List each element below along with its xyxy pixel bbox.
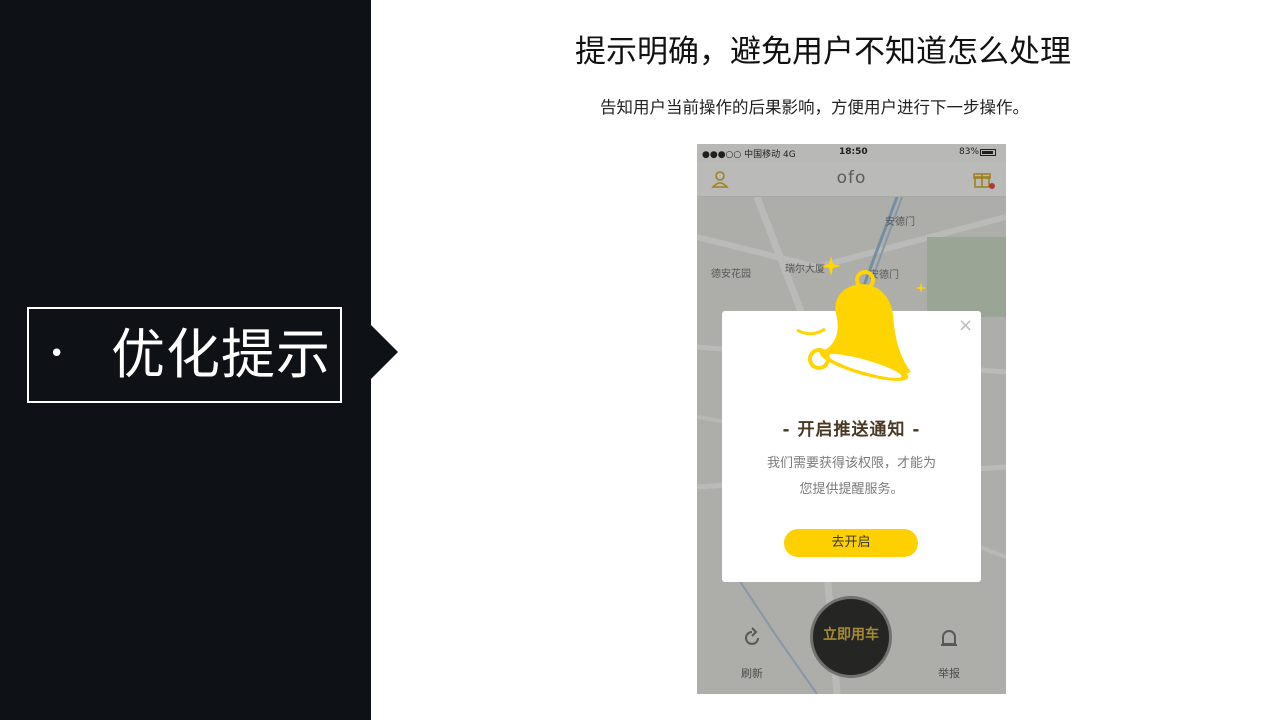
enable-button[interactable]: 去开启	[784, 529, 918, 557]
left-panel: • 优化提示	[0, 0, 371, 720]
bullet-icon: •	[49, 339, 65, 369]
pointer-arrow-icon	[371, 325, 398, 379]
phone-screenshot: 安德门 德安花园 瑞尔大厦 安德门 ●●●○○ 中国移动 4G 18:50 83…	[697, 144, 1006, 694]
dialog-message: 我们需要获得该权限，才能为 您提供提醒服务。	[722, 451, 981, 503]
dialog-message-line-1: 我们需要获得该权限，才能为	[766, 456, 936, 471]
slide-subtitle: 告知用户当前操作的后果影响，方便用户进行下一步操作。	[600, 98, 1029, 117]
slide-title: 提示明确，避免用户不知道怎么处理	[575, 34, 1071, 70]
section-title: 优化提示	[111, 323, 331, 386]
close-icon[interactable]: ×	[958, 316, 973, 336]
sparkle-icon	[821, 256, 927, 292]
section-label-box: • 优化提示	[27, 307, 342, 403]
dialog-title: - 开启推送通知 -	[782, 420, 921, 440]
dialog-message-line-2: 您提供提醒服务。	[799, 482, 904, 497]
